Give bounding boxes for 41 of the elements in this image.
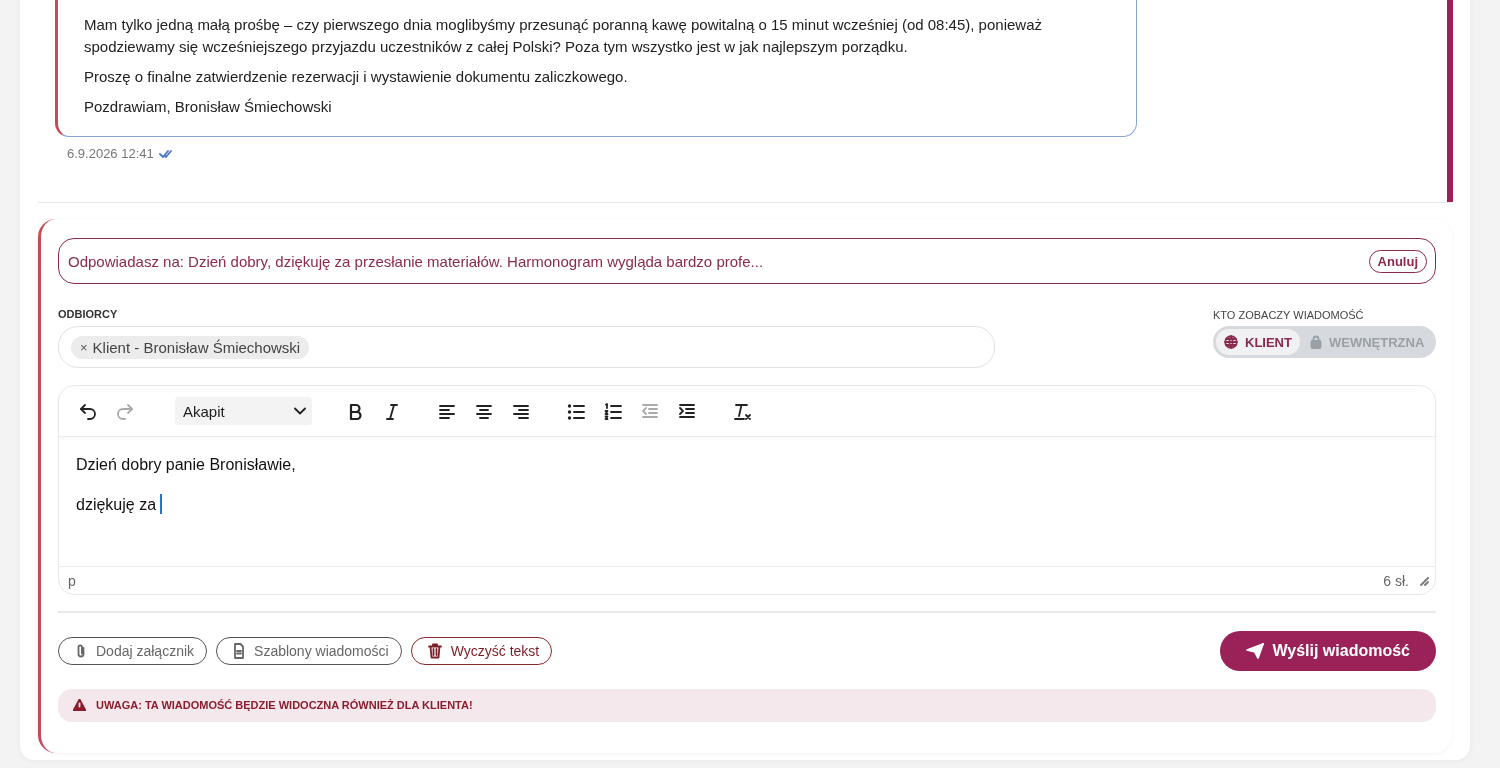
editor-paragraph: Dzień dobry panie Bronisławie, [76, 455, 297, 475]
message-paragraph: Proszę o finalne zatwierdzenie rezerwacji i wystawienie dokumentu zaliczkowego. [84, 67, 629, 87]
message-templates-button[interactable]: Szablony wiadomości [216, 636, 402, 665]
message-timestamp: 6.9.2026 12:41 [67, 146, 154, 161]
reply-preview-text: Odpowiadasz na: Dzień dobry, dziękuję za przesłanie materiałów. Harmonogram wygląda bardzo profe... [68, 252, 764, 270]
message-paragraph: Mam tylko jedną małą prośbę – czy pierwszego dnia moglibyśmy przesunąć poranną kawę powitalną o 15 minut wcześniej (od 08:45), ponieważ spodziewamy się wcześniejszego przyjazdu uczestników z całej Polski? Poza tym wszystko jest w jak najlepszym porządku. [84, 15, 1043, 57]
chevron-down-icon [294, 407, 306, 415]
visibility-option[interactable]: KLIENT [1216, 329, 1300, 355]
editor-paragraph: dziękuję za [76, 496, 157, 513]
message-paragraph: Pozdrawiam, Bronisław Śmiechowski [84, 97, 333, 117]
warning-text: UWAGA: TA WIADOMOŚĆ BĘDZIE WIDOCZNA RÓWNIEŻ DLA KLIENTA! [96, 699, 473, 711]
editor-text-area[interactable]: Dzień dobry panie Bronisławie, dziękuję za [59, 437, 1435, 566]
bullet-list-icon [566, 401, 586, 421]
redo-icon [115, 401, 135, 421]
paper-plane-icon [1246, 642, 1265, 659]
undo-icon [78, 401, 98, 421]
globe-icon [1224, 335, 1238, 349]
visibility-label: KTO ZOBACZY WIADOMOŚĆ [1213, 309, 1365, 321]
recipient-name: Klient - Bronisław Śmiechowski [92, 338, 301, 356]
word-count: 6 sł. [1383, 572, 1409, 589]
resize-handle-icon [1419, 575, 1429, 586]
outdent-icon [640, 401, 660, 421]
remove-recipient-button[interactable]: × [80, 339, 88, 355]
paperclip-icon [75, 642, 87, 659]
numbered-list-icon [603, 401, 623, 421]
trash-icon [427, 642, 442, 659]
clear-text-button[interactable]: Wyczyść tekst [410, 636, 553, 665]
cancel-reply-button[interactable]: Anuluj [1368, 249, 1427, 273]
text-cursor [160, 494, 163, 514]
clear-format-icon [732, 401, 752, 421]
add-attachment-button[interactable]: Dodaj załącznik [58, 636, 208, 665]
recipients-field[interactable]: × Klient - Bronisław Śmiechowski [58, 326, 995, 368]
read-checkmarks-icon [158, 148, 173, 159]
indent-icon [677, 401, 697, 421]
lock-icon [1309, 335, 1322, 349]
document-icon [233, 642, 246, 659]
element-path: p [68, 572, 76, 589]
recipients-label: ODBIORCY [58, 308, 119, 321]
send-message-button[interactable]: Wyślij wiadomość [1220, 630, 1436, 671]
warning-icon [73, 699, 86, 711]
block-format-dropdown[interactable]: Akapit [175, 397, 312, 425]
